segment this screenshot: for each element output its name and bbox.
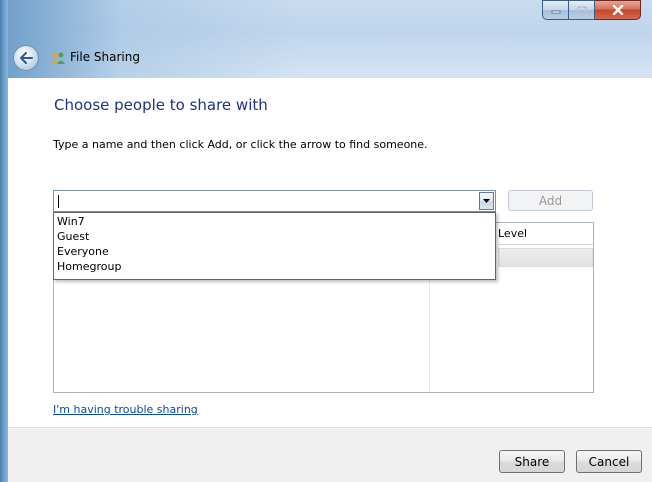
permission-level-header[interactable]: Level: [498, 223, 593, 245]
dropdown-option-win7[interactable]: Win7: [57, 214, 85, 229]
name-combobox[interactable]: [53, 190, 496, 212]
back-button[interactable]: [13, 45, 39, 71]
list-row[interactable]: [498, 248, 593, 267]
dropdown-option-homegroup[interactable]: Homegroup: [57, 259, 121, 274]
dropdown-option-guest[interactable]: Guest: [57, 229, 89, 244]
close-icon: [612, 5, 623, 15]
cancel-button[interactable]: Cancel: [576, 450, 642, 473]
page-heading: Choose people to share with: [54, 96, 268, 114]
window-title: File Sharing: [70, 50, 140, 64]
minimize-icon: [551, 10, 560, 14]
add-button[interactable]: Add: [508, 190, 593, 211]
maximize-icon: [576, 5, 587, 15]
share-button[interactable]: Share: [499, 450, 565, 473]
content-area: Choose people to share with Type a name …: [8, 78, 652, 427]
dropdown-option-everyone[interactable]: Everyone: [57, 244, 109, 259]
minimize-button[interactable]: [542, 0, 569, 20]
footer-bar: Share Cancel: [8, 427, 652, 482]
file-sharing-window: File Sharing Choose people to share with…: [0, 0, 652, 482]
people-dropdown-list: Win7 Guest Everyone Homegroup: [53, 212, 496, 280]
chevron-down-icon: [483, 199, 490, 203]
title-bar: File Sharing: [0, 0, 652, 78]
back-arrow-icon: [20, 52, 33, 64]
file-sharing-people-icon: [51, 52, 65, 64]
window-frame-left: [0, 0, 8, 482]
close-button[interactable]: [595, 0, 641, 20]
text-caret: [58, 195, 59, 208]
trouble-sharing-link[interactable]: I'm having trouble sharing: [53, 403, 198, 416]
dropdown-arrow-button[interactable]: [479, 192, 494, 210]
caption-buttons: [542, 0, 641, 22]
instruction-text: Type a name and then click Add, or click…: [53, 138, 428, 151]
maximize-button[interactable]: [569, 0, 595, 20]
